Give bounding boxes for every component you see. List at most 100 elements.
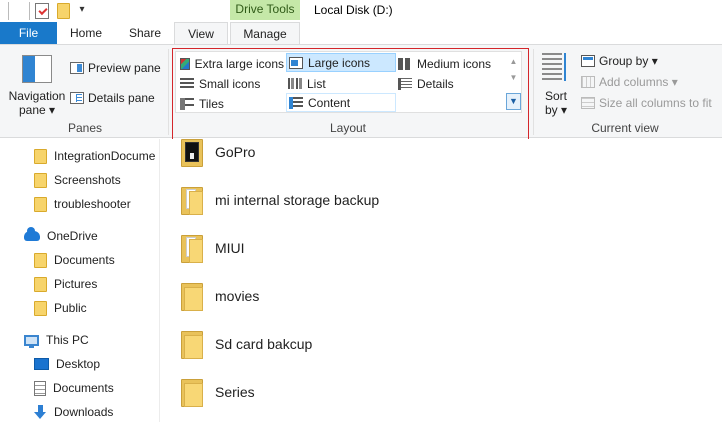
navigation-pane-icon[interactable] bbox=[22, 55, 52, 83]
nav-item-troubleshooter[interactable]: troubleshooter bbox=[34, 193, 131, 215]
list-item[interactable]: Sd card bakcup bbox=[181, 324, 312, 364]
list-item[interactable]: Series bbox=[181, 372, 255, 412]
sort-by-button[interactable]: Sort by ▾ bbox=[538, 89, 574, 117]
layout-item-label: Small icons bbox=[199, 76, 261, 91]
group-separator bbox=[168, 49, 169, 135]
layout-medium-icons[interactable]: Medium icons bbox=[396, 54, 496, 73]
preview-pane-button[interactable]: Preview pane bbox=[70, 59, 161, 77]
navigation-pane-label: Navigation bbox=[8, 89, 66, 103]
content-icon bbox=[289, 96, 303, 109]
sort-by-label-dropdown: by ▾ bbox=[544, 103, 568, 117]
layout-content[interactable]: Content bbox=[286, 93, 396, 112]
nav-item-label: Public bbox=[54, 301, 87, 315]
gallery-scroll-down-icon[interactable]: ▼ bbox=[508, 73, 519, 83]
documents-icon bbox=[34, 380, 46, 396]
properties-check-icon[interactable] bbox=[35, 3, 49, 19]
file-name: Sd card bakcup bbox=[215, 336, 313, 352]
layout-details[interactable]: Details bbox=[396, 74, 496, 93]
layout-list[interactable]: List bbox=[286, 74, 396, 93]
tab-file[interactable]: File bbox=[0, 22, 57, 44]
layout-gallery-scroller: ▲ ▼ ▼ bbox=[505, 51, 522, 113]
folder-icon bbox=[34, 300, 47, 316]
details-icon bbox=[398, 77, 412, 90]
title-bar: ▾ Drive Tools Local Disk (D:) bbox=[0, 0, 722, 22]
layout-group-label: Layout bbox=[329, 121, 367, 135]
folder-icon bbox=[34, 196, 47, 212]
layout-item-label: Details bbox=[417, 76, 454, 91]
nav-item-label: This PC bbox=[46, 333, 89, 347]
size-all-columns-label: Size all columns to fit bbox=[599, 96, 712, 110]
group-by-label: Group by ▾ bbox=[599, 54, 658, 68]
layout-extra-large-icons[interactable]: Extra large icons bbox=[178, 54, 284, 73]
nav-item-label: troubleshooter bbox=[54, 197, 131, 211]
navigation-pane-button[interactable]: Navigation pane ▾ bbox=[8, 89, 66, 117]
file-name: mi internal storage backup bbox=[215, 192, 380, 208]
computer-icon bbox=[24, 334, 39, 348]
details-pane-icon bbox=[70, 92, 84, 104]
nav-item-onedrive[interactable]: OneDrive bbox=[24, 225, 98, 247]
nav-item-label: Documents bbox=[53, 381, 114, 395]
list-item[interactable]: MIUI bbox=[181, 228, 245, 268]
layout-item-label: Tiles bbox=[199, 96, 224, 111]
nav-item-desktop[interactable]: Desktop bbox=[34, 353, 100, 375]
group-by-button[interactable]: Group by ▾ bbox=[581, 52, 658, 70]
size-columns-icon bbox=[581, 97, 595, 109]
group-separator bbox=[533, 49, 534, 135]
file-name: MIUI bbox=[215, 240, 245, 256]
panes-group-label: Panes bbox=[67, 121, 103, 135]
folder-icon bbox=[34, 148, 47, 164]
list-item[interactable]: GoPro bbox=[181, 132, 255, 172]
onedrive-cloud-icon bbox=[24, 227, 40, 241]
list-item[interactable]: mi internal storage backup bbox=[181, 180, 379, 220]
layout-item-label: Medium icons bbox=[417, 56, 492, 71]
nav-item-documents[interactable]: Documents bbox=[34, 249, 115, 271]
preview-pane-icon bbox=[70, 62, 84, 74]
layout-gallery: Extra large icons Large icons Medium ico… bbox=[175, 51, 522, 113]
sort-by-icon[interactable] bbox=[542, 53, 570, 83]
folder-icon bbox=[181, 185, 203, 215]
file-list: GoPro mi internal storage backup MIUI mo… bbox=[161, 139, 722, 422]
tab-view[interactable]: View bbox=[174, 22, 228, 45]
nav-item-screenshots[interactable]: Screenshots bbox=[34, 169, 121, 191]
nav-item-label: OneDrive bbox=[47, 229, 98, 243]
list-item[interactable]: movies bbox=[181, 276, 259, 316]
nav-item-label: Downloads bbox=[54, 405, 114, 419]
add-columns-icon bbox=[581, 76, 595, 88]
group-by-icon bbox=[581, 55, 595, 67]
layout-item-label: Extra large icons bbox=[194, 56, 284, 71]
tiles-icon bbox=[180, 97, 194, 110]
folder-icon bbox=[34, 252, 47, 268]
gallery-expand-icon[interactable]: ▼ bbox=[506, 93, 521, 110]
gallery-scroll-up-icon[interactable]: ▲ bbox=[508, 57, 519, 67]
folder-icon bbox=[181, 281, 203, 311]
add-columns-button[interactable]: Add columns ▾ bbox=[581, 73, 678, 91]
file-name: Series bbox=[215, 384, 255, 400]
nav-item-public[interactable]: Public bbox=[34, 297, 87, 319]
new-folder-icon[interactable] bbox=[57, 3, 70, 19]
folder-icon bbox=[181, 377, 203, 407]
sort-grid-glyph bbox=[542, 53, 562, 81]
details-pane-button[interactable]: Details pane bbox=[70, 89, 155, 107]
layout-item-label: Large icons bbox=[308, 55, 371, 70]
customize-quick-access-dropdown[interactable]: ▾ bbox=[76, 1, 88, 19]
sort-by-label: Sort bbox=[544, 89, 567, 103]
nav-item-label: Desktop bbox=[56, 357, 101, 371]
gopro-folder-icon bbox=[181, 137, 203, 167]
tab-share[interactable]: Share bbox=[117, 22, 173, 44]
size-all-columns-button[interactable]: Size all columns to fit bbox=[581, 94, 712, 112]
nav-item-pictures[interactable]: Pictures bbox=[34, 273, 97, 295]
layout-tiles[interactable]: Tiles bbox=[178, 94, 284, 113]
folder-icon bbox=[181, 233, 203, 263]
folder-icon bbox=[34, 172, 47, 188]
nav-item-documents-pc[interactable]: Documents bbox=[34, 377, 114, 399]
nav-item-downloads[interactable]: Downloads bbox=[34, 401, 113, 423]
layout-small-icons[interactable]: Small icons bbox=[178, 74, 284, 93]
nav-item-this-pc[interactable]: This PC bbox=[24, 329, 89, 351]
window-title: Local Disk (D:) bbox=[314, 3, 393, 17]
tab-manage[interactable]: Manage bbox=[230, 22, 300, 45]
layout-large-icons[interactable]: Large icons bbox=[286, 53, 396, 72]
nav-item-integrationdocume[interactable]: IntegrationDocume bbox=[34, 145, 155, 167]
ribbon-tabs: File Home Share View Manage bbox=[0, 22, 722, 45]
details-pane-label: Details pane bbox=[88, 91, 155, 105]
tab-home[interactable]: Home bbox=[60, 22, 112, 44]
